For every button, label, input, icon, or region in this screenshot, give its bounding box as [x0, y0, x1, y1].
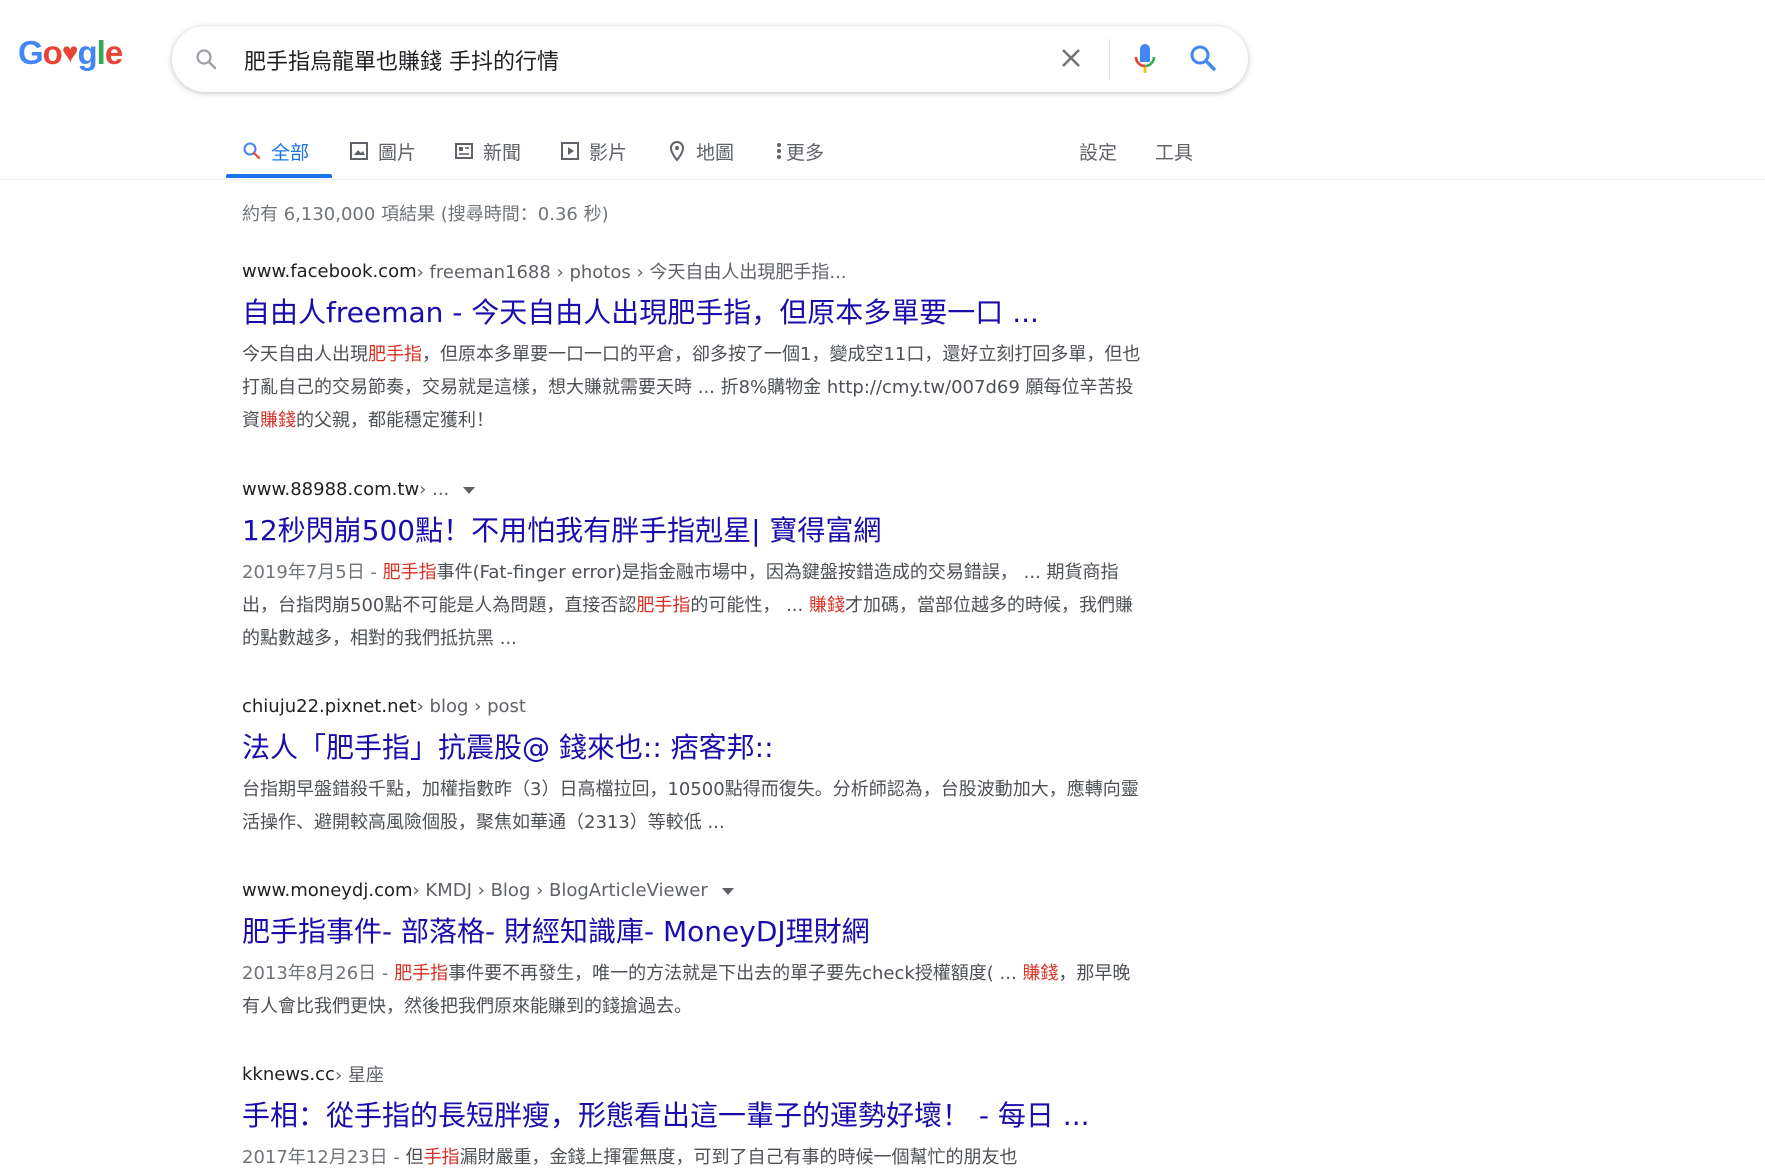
result-stats: 約有 6,130,000 項結果 (搜尋時間：0.36 秒)	[242, 204, 609, 225]
highlighted-term: 賺錢	[1022, 963, 1059, 984]
result-title-link[interactable]: 自由人freeman - 今天自由人出現肥手指，但原本多單要一口 ...	[242, 296, 1142, 330]
result-site: www.facebook.com	[242, 260, 417, 282]
snippet-text: 今天自由人出現	[242, 344, 368, 365]
tab-label: 影片	[589, 141, 628, 164]
map-pin-icon	[667, 140, 687, 162]
result-url[interactable]: kknews.cc › 星座	[242, 1061, 1142, 1087]
image-icon	[349, 141, 369, 161]
search-result: www.facebook.com › freeman1688 › photos …	[242, 258, 1142, 437]
result-title-link[interactable]: 肥手指事件- 部落格- 財經知識庫- MoneyDJ理財網	[242, 915, 1142, 949]
more-vert-icon	[776, 141, 782, 161]
result-date: 2013年8月26日 -	[242, 963, 395, 984]
result-breadcrumb: › blog › post	[416, 695, 526, 717]
tab-news[interactable]: 新聞	[454, 133, 521, 169]
result-breadcrumb: › KMDJ › Blog › BlogArticleViewer	[412, 879, 708, 901]
dropdown-arrow-icon[interactable]	[463, 486, 476, 494]
search-divider	[1109, 39, 1110, 79]
result-url[interactable]: www.facebook.com › freeman1688 › photos …	[242, 258, 1142, 284]
snippet-text: 的父親，都能穩定獲利！	[296, 410, 494, 431]
settings-link[interactable]: 設定	[1079, 133, 1117, 169]
result-snippet: 台指期早盤錯殺千點，加權指數昨（3）日高檔拉回，10500點得而復失。分析師認為…	[242, 773, 1142, 839]
heart-icon: ♥	[61, 37, 79, 68]
result-snippet: 今天自由人出現肥手指，但原本多單要一口一口的平倉，卻多按了一個1，變成空11口，…	[242, 338, 1142, 437]
highlighted-term: 肥手指	[368, 344, 422, 365]
result-snippet: 2013年8月26日 - 肥手指事件要不再發生，唯一的方法就是下出去的單子要先c…	[242, 957, 1142, 1023]
highlighted-term: 手指	[423, 1147, 460, 1168]
search-tabs: 全部 圖片 新聞 影片 地圖 更多 設定 工具	[0, 125, 1765, 180]
highlighted-term: 肥手指	[394, 963, 449, 984]
microphone-icon[interactable]	[1132, 42, 1158, 80]
search-input[interactable]: 肥手指烏龍單也賺錢 手抖的行情	[244, 44, 559, 76]
tab-more[interactable]: 更多	[776, 133, 824, 169]
search-result: kknews.cc › 星座手相：從手指的長短胖瘦，形態看出這一輩子的運勢好壞！…	[242, 1061, 1142, 1174]
dropdown-arrow-icon[interactable]	[721, 887, 734, 895]
tools-link[interactable]: 工具	[1155, 133, 1193, 169]
result-title-link[interactable]: 法人「肥手指」抗震股@ 錢來也:: 痞客邦::	[242, 731, 1142, 765]
result-url[interactable]: chiuju22.pixnet.net › blog › post	[242, 693, 1142, 719]
tab-label: 全部	[271, 141, 310, 164]
result-date: 2017年12月23日 -	[242, 1147, 406, 1168]
news-icon	[454, 141, 474, 161]
snippet-text: 漏財嚴重，金錢上揮霍無度，可到了自己有事的時候一個幫忙的朋友也	[459, 1147, 1018, 1168]
tab-label: 更多	[786, 141, 825, 164]
search-icon	[194, 47, 218, 75]
tab-label: 地圖	[696, 141, 735, 164]
result-url[interactable]: www.88988.com.tw › ...	[242, 476, 1142, 502]
logo-letter: e	[104, 34, 123, 71]
google-doodle-logo[interactable]: Go♥gle	[18, 34, 123, 72]
tab-images[interactable]: 圖片	[349, 133, 416, 169]
result-title-link[interactable]: 12秒閃崩500點！不用怕我有胖手指剋星| 寶得富網	[242, 514, 1142, 548]
result-breadcrumb: › ...	[419, 478, 450, 500]
snippet-text: 事件要不再發生，唯一的方法就是下出去的單子要先check授權額度( ...	[448, 963, 1023, 984]
snippet-text: 的可能性， ...	[690, 595, 809, 616]
logo-letter: l	[96, 34, 106, 71]
snippet-text: 但	[405, 1147, 424, 1168]
result-date: 2019年7月5日 -	[242, 562, 383, 583]
result-site: www.88988.com.tw	[242, 478, 420, 500]
active-tab-indicator	[226, 174, 332, 178]
tab-videos[interactable]: 影片	[560, 133, 627, 169]
clear-icon[interactable]	[1056, 43, 1086, 77]
tab-all[interactable]: 全部	[242, 133, 309, 169]
tab-label: 新聞	[483, 141, 522, 164]
highlighted-term: 肥手指	[382, 562, 437, 583]
search-result: www.moneydj.com › KMDJ › Blog › BlogArti…	[242, 877, 1142, 1023]
logo-letter: G	[18, 34, 44, 71]
result-breadcrumb: › freeman1688 › photos › 今天自由人出現肥手指...	[416, 262, 847, 283]
result-site: www.moneydj.com	[242, 879, 413, 901]
search-button-icon[interactable]	[1188, 43, 1218, 77]
result-title-link[interactable]: 手相：從手指的長短胖瘦，形態看出這一輩子的運勢好壞！ - 每日 ...	[242, 1099, 1142, 1133]
video-icon	[560, 141, 580, 161]
snippet-text: 台指期早盤錯殺千點，加權指數昨（3）日高檔拉回，10500點得而復失。分析師認為…	[242, 779, 1139, 833]
logo-letter: g	[77, 34, 97, 71]
tab-label: 圖片	[378, 141, 417, 164]
search-icon	[242, 141, 262, 161]
result-snippet: 2017年12月23日 - 但手指漏財嚴重，金錢上揮霍無度，可到了自己有事的時候…	[242, 1141, 1142, 1174]
search-result: www.88988.com.tw › ... 12秒閃崩500點！不用怕我有胖手指…	[242, 476, 1142, 655]
result-url[interactable]: www.moneydj.com › KMDJ › Blog › BlogArti…	[242, 877, 1142, 903]
logo-letter: o	[42, 34, 63, 71]
result-snippet: 2019年7月5日 - 肥手指事件(Fat-finger error)是指金融市…	[242, 556, 1142, 655]
highlighted-term: 賺錢	[808, 595, 845, 616]
result-site: chiuju22.pixnet.net	[242, 695, 417, 717]
highlighted-term: 賺錢	[260, 410, 296, 431]
search-box[interactable]: 肥手指烏龍單也賺錢 手抖的行情	[172, 26, 1248, 92]
tab-maps[interactable]: 地圖	[667, 133, 734, 169]
result-site: kknews.cc	[242, 1063, 335, 1085]
highlighted-term: 肥手指	[636, 595, 691, 616]
result-breadcrumb: › 星座	[334, 1065, 384, 1086]
search-result: chiuju22.pixnet.net › blog › post 法人「肥手指」…	[242, 693, 1142, 839]
